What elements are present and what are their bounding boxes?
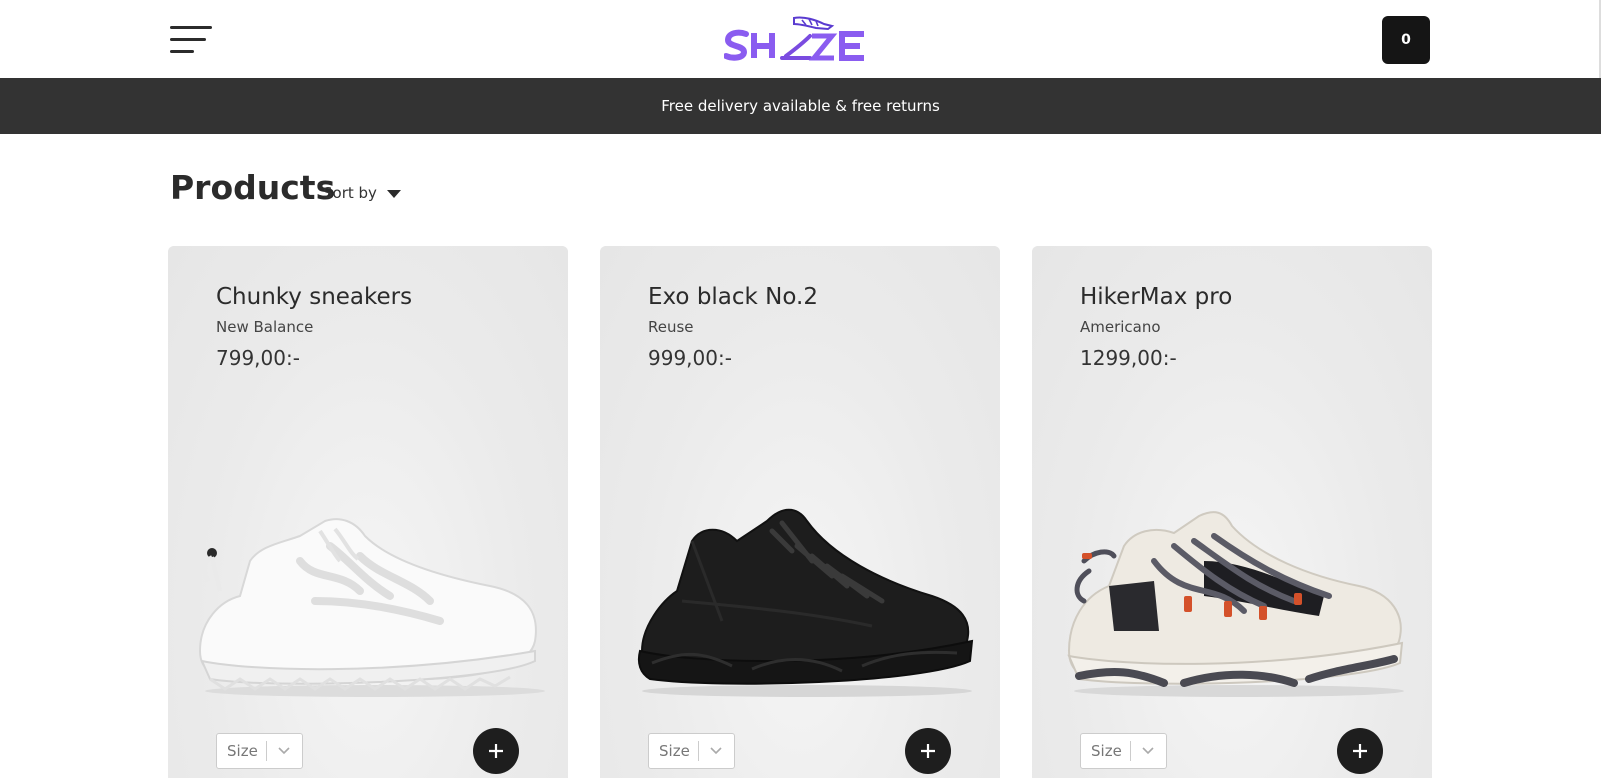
chevron-down-icon: [267, 747, 302, 755]
plus-icon: [489, 744, 503, 758]
product-card[interactable]: Exo black No.2 Reuse 999,00:- Size: [600, 246, 1000, 778]
product-card[interactable]: HikerMax pro Americano 1299,00:- Size: [1032, 246, 1432, 778]
product-brand: Reuse: [648, 318, 694, 336]
promo-banner: Free delivery available & free returns: [0, 78, 1601, 134]
black-sneaker-image: [637, 508, 974, 697]
banner-text: Free delivery available & free returns: [661, 97, 940, 115]
add-to-cart-button[interactable]: [1337, 728, 1383, 774]
size-select[interactable]: Size: [1080, 733, 1167, 769]
white-sneaker-image: [198, 518, 545, 697]
caret-down-icon: [386, 190, 401, 198]
add-to-cart-button[interactable]: [905, 728, 951, 774]
product-name[interactable]: Chunky sneakers: [216, 284, 412, 310]
shoe-logo-icon[interactable]: [724, 14, 870, 62]
cart-button[interactable]: 0: [1382, 16, 1430, 64]
size-select[interactable]: Size: [216, 733, 303, 769]
product-price: 799,00:-: [216, 346, 300, 370]
size-select-label: Size: [1091, 742, 1122, 760]
chevron-down-icon: [699, 747, 734, 755]
hamburger-menu-icon[interactable]: [170, 26, 212, 56]
size-select[interactable]: Size: [648, 733, 735, 769]
site-header: 0: [0, 0, 1601, 78]
size-select-label: Size: [227, 742, 258, 760]
product-name[interactable]: Exo black No.2: [648, 284, 818, 310]
product-price: 1299,00:-: [1080, 346, 1177, 370]
size-select-label: Size: [659, 742, 690, 760]
sort-dropdown[interactable]: Sort by: [323, 184, 401, 202]
hiking-sneaker-image: [1067, 511, 1404, 697]
page-title: Products: [170, 168, 336, 207]
product-name[interactable]: HikerMax pro: [1080, 284, 1232, 310]
sort-label: Sort by: [323, 184, 377, 202]
product-price: 999,00:-: [648, 346, 732, 370]
plus-icon: [921, 744, 935, 758]
add-to-cart-button[interactable]: [473, 728, 519, 774]
plus-icon: [1353, 744, 1367, 758]
product-brand: Americano: [1080, 318, 1161, 336]
product-brand: New Balance: [216, 318, 314, 336]
product-card[interactable]: Chunky sneakers New Balance 799,00:- Siz…: [168, 246, 568, 778]
chevron-down-icon: [1131, 747, 1166, 755]
cart-count: 0: [1401, 32, 1411, 48]
